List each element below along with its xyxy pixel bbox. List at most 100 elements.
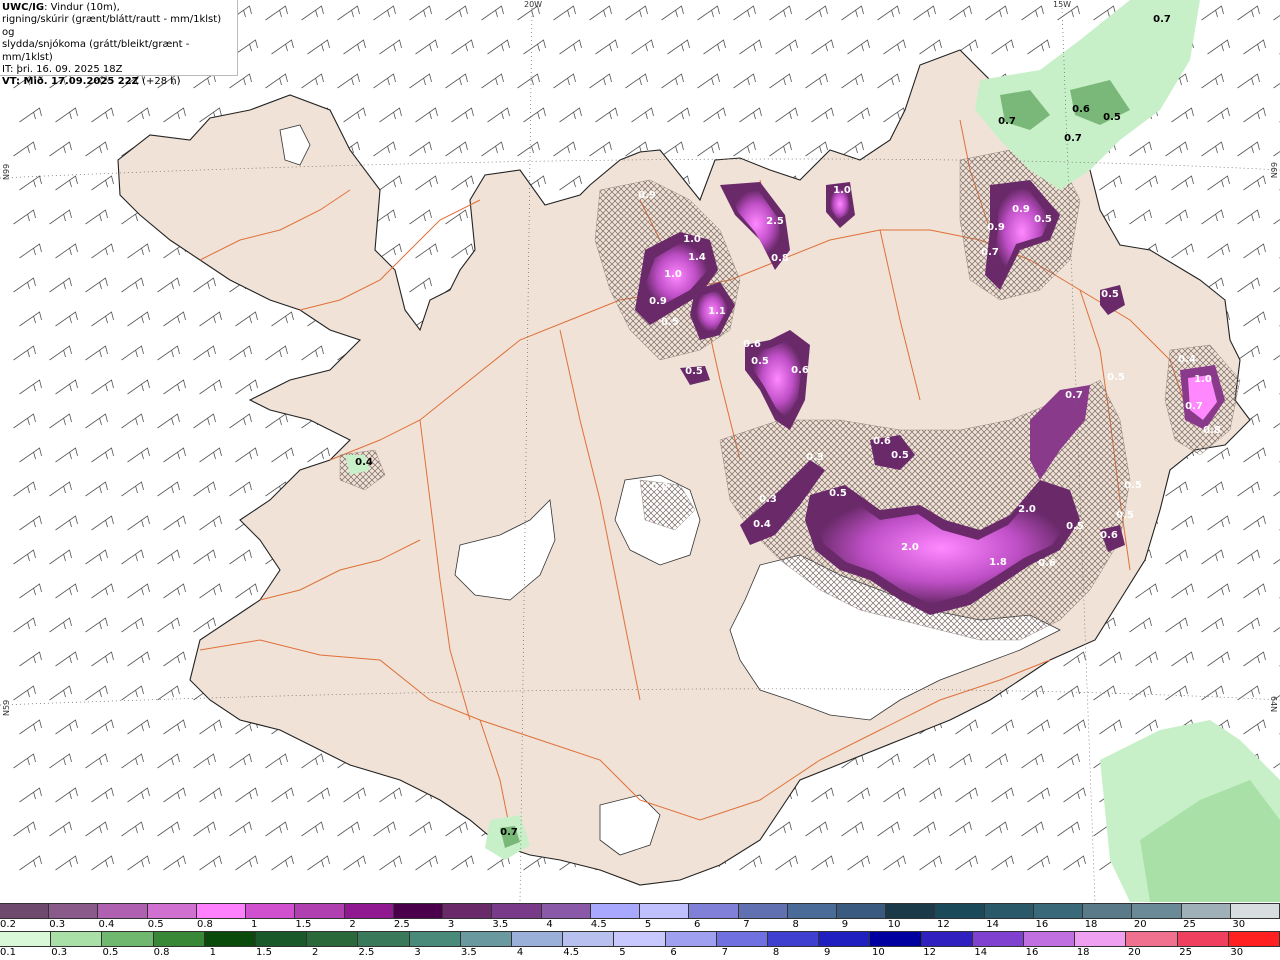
colorbar-swatch <box>640 904 690 918</box>
colorbar-swatch <box>1230 904 1280 918</box>
colorbar-swatch <box>512 932 564 946</box>
colorbar-label: 1 <box>209 947 216 958</box>
colorbar-swatch <box>0 904 50 918</box>
colorbar-swatch <box>819 932 871 946</box>
init-time: IT: þri. 16. 09. 2025 18Z <box>2 64 123 76</box>
colorbar-swatch <box>1126 932 1178 946</box>
colorbar-swatch <box>665 932 717 946</box>
value-label: 0.9 <box>987 222 1005 233</box>
colorbar-label: 20 <box>1128 947 1141 958</box>
colorbar-label: 3.5 <box>492 919 509 930</box>
value-label: 0.8 <box>1203 425 1221 436</box>
value-label: 0.5 <box>1116 510 1134 521</box>
value-label: 0.6 <box>1100 530 1118 541</box>
value-label: 0.4 <box>1178 354 1196 365</box>
value-label: 0.3 <box>806 452 824 463</box>
colorbar-swatch <box>1024 932 1076 946</box>
colorbar-label: 1 <box>250 919 258 930</box>
colorbar-label: 14 <box>974 947 988 958</box>
colorbar-swatch <box>196 904 247 918</box>
value-label: 1.0 <box>683 234 701 245</box>
colorbar-label: 7 <box>743 919 750 930</box>
colorbar-swatch <box>51 932 103 946</box>
colorbar-swatch <box>147 904 197 918</box>
colorbar-swatch <box>787 904 837 918</box>
colorbar-label: 9 <box>841 919 849 930</box>
colorbar-label: 5 <box>644 919 652 930</box>
colorbar-label: 30 <box>1230 947 1244 958</box>
colorbar-label: 2.5 <box>393 919 410 930</box>
valid-time: VT: Mið. 17.09.2025 22Z <box>2 76 139 88</box>
value-label: 0.9 <box>638 190 656 201</box>
colorbar-swatch <box>972 932 1025 946</box>
colorbar-label: 0.1 <box>0 947 16 958</box>
forecast-offset: (+28 h) <box>138 76 181 88</box>
colorbar-label: 3.5 <box>460 947 477 958</box>
value-label: 0.5 <box>1124 480 1142 491</box>
colorbar-label: 10 <box>872 947 885 958</box>
lat-label-left-top: N99 <box>2 163 11 180</box>
map-info-box: UWC/IG: Vindur (10m), rigning/skúrir (gr… <box>0 0 238 87</box>
value-label: 0.9 <box>1012 204 1030 215</box>
colorbar-swatch <box>307 932 359 946</box>
colorbar-rain-labels: 0.1 0.3 0.5 0.8 1 1.5 2 2.5 3 3.5 4 4.5 5 6 7 8 9 10 12 14 1… <box>0 947 1280 959</box>
header-line2: rigning/skúrir (grænt/blátt/rautt - mm/1… <box>2 14 222 38</box>
colorbar-label: 6 <box>670 947 677 958</box>
value-label: 0.5 <box>1066 521 1084 532</box>
value-label: 1.0 <box>664 269 682 280</box>
colorbar-label: 0.8 <box>153 947 170 958</box>
value-label: 1.0 <box>1194 374 1212 385</box>
colorbar-swatch <box>246 904 296 918</box>
colorbar-swatch <box>443 904 493 918</box>
colorbar-swatch <box>870 932 922 946</box>
colorbar-swatch <box>935 904 985 918</box>
colorbar-label: 1.5 <box>295 919 312 930</box>
colorbar-label: 3 <box>447 919 455 930</box>
colorbar-swatch <box>921 932 973 946</box>
colorbar-label: 14 <box>986 919 999 930</box>
colorbar-label: 1.5 <box>256 947 272 958</box>
colorbar-swatch <box>614 932 666 946</box>
value-label: 0.7 <box>1185 401 1203 412</box>
colorbar-swatch <box>295 904 345 918</box>
colorbar-swatch <box>738 904 788 918</box>
value-label: 1.4 <box>688 252 706 263</box>
colorbar-snow: 0.2 0.3 0.4 0.5 0.8 1 1.5 2 2.5 3 3.5 4 4.5 5 6 7 8 9 10 12… <box>0 903 1280 931</box>
colorbar-label: 4.5 <box>590 919 607 930</box>
value-label: 0.9 <box>649 296 667 307</box>
colorbar-swatch <box>1033 904 1084 918</box>
value-label: 0.5 <box>685 366 703 377</box>
colorbar-rain-swatches <box>0 931 1280 947</box>
colorbar-label: 10 <box>887 919 901 930</box>
colorbar-label: 9 <box>824 947 831 958</box>
value-label: 0.7 <box>500 827 518 838</box>
value-label: 0.5 <box>1034 214 1052 225</box>
colorbar-label: 8 <box>792 919 799 930</box>
colorbar-label: 16 <box>1035 919 1049 930</box>
value-label: 2.0 <box>901 542 919 553</box>
colorbar-label: 5 <box>619 947 626 958</box>
value-label: 0.4 <box>355 457 373 468</box>
colorbar-label: 0.5 <box>147 919 164 930</box>
colorbar-label: 0.3 <box>51 947 68 958</box>
value-label: 0.5 <box>829 488 847 499</box>
colorbar-swatch <box>204 932 257 946</box>
colorbar-label: 2 <box>349 919 356 930</box>
value-label: 0.7 <box>998 116 1016 127</box>
colorbar-swatch <box>393 904 444 918</box>
colorbar-swatch <box>460 932 513 946</box>
colorbar-swatch <box>984 904 1034 918</box>
colorbar-label: 0.4 <box>98 919 115 930</box>
value-label: 0.4 <box>753 519 771 530</box>
value-label: 0.6 <box>743 339 761 350</box>
colorbar-label: 0.8 <box>196 919 213 930</box>
value-label: 0.5 <box>891 450 909 461</box>
colorbar-label: 4 <box>546 919 553 930</box>
weather-map[interactable]: 0.91.01.41.00.90.51.10.52.50.81.00.60.50… <box>0 0 1280 902</box>
colorbar-swatch <box>153 932 205 946</box>
value-label: 2.0 <box>1018 504 1036 515</box>
colorbar-snow-swatches <box>0 903 1280 919</box>
colorbar-swatch <box>689 904 739 918</box>
value-label: 0.7 <box>1065 390 1083 401</box>
colorbar-swatch <box>1083 904 1133 918</box>
